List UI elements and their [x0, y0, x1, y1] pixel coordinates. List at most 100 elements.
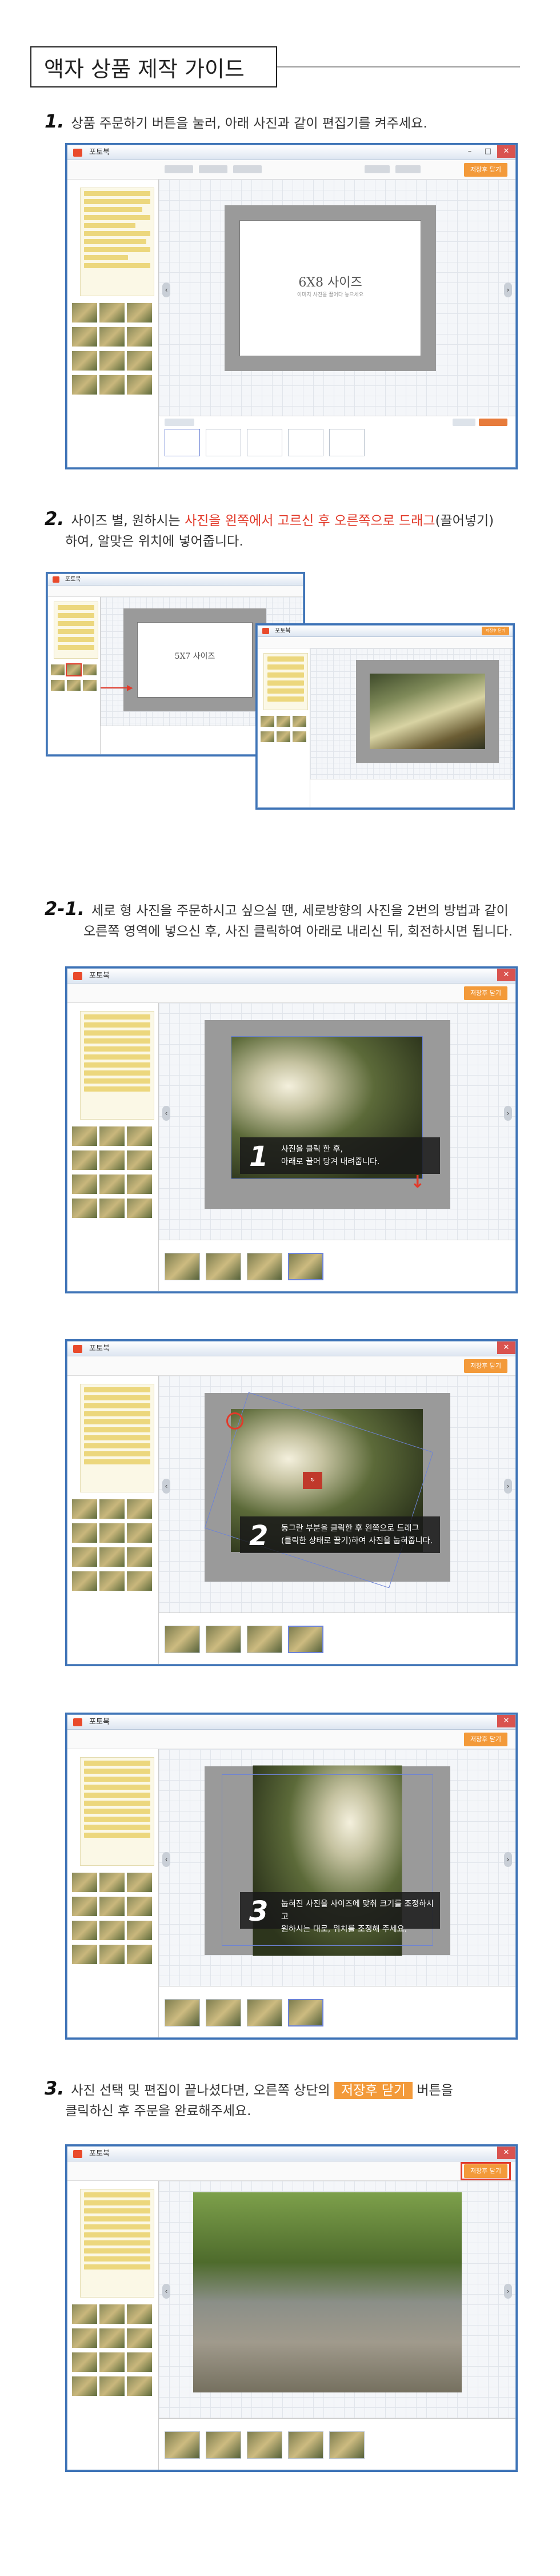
prev-arrow-icon[interactable]: ‹ — [162, 282, 170, 297]
prev-arrow-icon[interactable]: ‹ — [162, 2284, 170, 2299]
save-close-button[interactable]: 저장후 닫기 — [464, 163, 507, 177]
close-icon[interactable]: ✕ — [497, 969, 515, 981]
close-icon[interactable]: ✕ — [497, 1715, 515, 1727]
page-slot[interactable] — [247, 1253, 282, 1280]
rotate-handle-icon[interactable] — [226, 1412, 243, 1430]
save-close-button[interactable]: 저장후 닫기 — [464, 1733, 507, 1746]
page-slot[interactable] — [165, 1999, 200, 2026]
page-strip — [159, 2418, 515, 2470]
edit-canvas[interactable]: ‹ › — [159, 2181, 515, 2418]
app-logo-icon — [73, 972, 82, 980]
photo-thumbnails[interactable] — [259, 715, 310, 746]
edit-canvas[interactable]: 6X8 사이즈 이미지 사진을 끌어다 놓으세요 ‹ › — [159, 180, 515, 416]
close-icon[interactable]: ✕ — [497, 1341, 515, 1354]
maximize-icon[interactable]: □ — [479, 145, 497, 158]
page-slot[interactable] — [206, 2431, 241, 2459]
prev-arrow-icon[interactable]: ‹ — [162, 1852, 170, 1867]
page-strip — [310, 779, 513, 807]
page-slot[interactable] — [247, 1626, 282, 1653]
toolbar-button[interactable] — [365, 165, 390, 173]
page-slot[interactable] — [247, 1999, 282, 2026]
edit-canvas[interactable]: ↻ 2 동그란 부분을 클릭한 후 왼쪽으로 드래그 (클릭한 상태로 끌기)하여… — [159, 1376, 515, 1613]
save-button-highlight — [461, 2162, 511, 2180]
frame-hint: 이미지 사진을 끌어다 놓으세요 — [297, 292, 364, 298]
close-icon[interactable]: ✕ — [497, 145, 515, 158]
next-arrow-icon[interactable]: › — [504, 282, 512, 297]
page-slot[interactable] — [165, 2431, 200, 2459]
photo-thumbnails[interactable] — [71, 1872, 155, 1968]
placed-photo[interactable] — [193, 2192, 462, 2392]
folder-tree[interactable] — [80, 1384, 154, 1492]
page-slot[interactable] — [288, 2431, 323, 2459]
editor-title-bar: 포토북 ✕ — [67, 1715, 515, 1730]
note-number: 1 — [249, 1141, 269, 1173]
page-slot[interactable] — [206, 1253, 241, 1280]
page-slot[interactable] — [288, 429, 323, 456]
folder-tree[interactable] — [263, 653, 308, 710]
editor-window-3: 포토북 ✕ 저장후 닫기 1 사진을 클릭 한 후, 아래로 끌어 당겨 내려줍니… — [67, 968, 516, 1292]
step-3-number: 3. — [45, 2077, 65, 2099]
next-arrow-icon[interactable]: › — [504, 1479, 512, 1494]
folder-tree[interactable] — [80, 1757, 154, 1866]
edit-canvas[interactable]: 1 사진을 클릭 한 후, 아래로 끌어 당겨 내려줍니다. ↓ ‹ › — [159, 1003, 515, 1240]
step-2-text-line2: 하여, 알맞은 위치에 넣어줍니다. — [65, 534, 243, 549]
page-slot[interactable] — [206, 1626, 241, 1653]
folder-tree[interactable] — [54, 602, 98, 659]
page-slot[interactable] — [165, 429, 200, 456]
save-close-button[interactable]: 저장후 닫기 — [464, 986, 507, 1000]
folder-tree[interactable] — [80, 2189, 154, 2298]
page-slot[interactable] — [288, 1253, 323, 1280]
toolbar-button[interactable] — [199, 165, 227, 173]
photo-thumbnails[interactable] — [50, 663, 100, 694]
step-1: 1. 상품 주문하기 버튼을 눌러, 아래 사진과 같이 편집기를 켜주세요. — [45, 110, 427, 134]
edit-canvas[interactable] — [310, 648, 513, 779]
page-slot[interactable] — [247, 2431, 282, 2459]
page-slot[interactable] — [329, 2431, 365, 2459]
editor-toolbar: 저장후 닫기 — [67, 984, 515, 1003]
strip-button[interactable] — [479, 419, 507, 426]
editor-title-bar: 포토북 – □ ✕ — [67, 145, 515, 160]
next-arrow-icon[interactable]: › — [504, 1106, 512, 1121]
toolbar-button[interactable] — [165, 165, 193, 173]
edit-canvas[interactable]: 3 눕혀진 사진을 사이즈에 맞춰 크기를 조정하시고 원하시는 대로, 위치를 … — [159, 1749, 515, 1986]
page-slot[interactable] — [329, 429, 365, 456]
instruction-note-3: 3 눕혀진 사진을 사이즈에 맞춰 크기를 조정하시고 원하시는 대로, 위치를 … — [240, 1892, 440, 1934]
editor-title: 포토북 — [89, 148, 110, 157]
placed-photo[interactable] — [370, 674, 485, 749]
page-slot[interactable] — [206, 429, 241, 456]
photo-thumbnails[interactable] — [71, 302, 155, 398]
photo-thumbnails[interactable] — [71, 1125, 155, 1221]
note-line-1: 눕혀진 사진을 사이즈에 맞춰 크기를 조정하시고 — [281, 1900, 434, 1921]
editor-toolbar: 저장후 닫기 — [67, 2161, 515, 2181]
page-slot[interactable] — [165, 1253, 200, 1280]
page-slot[interactable] — [288, 1626, 323, 1653]
step-1-text: 상품 주문하기 버튼을 눌러, 아래 사진과 같이 편집기를 켜주세요. — [71, 116, 427, 131]
prev-arrow-icon[interactable]: ‹ — [162, 1106, 170, 1121]
page-slot[interactable] — [288, 1999, 323, 2026]
page-slot[interactable] — [206, 1999, 241, 2026]
close-icon[interactable]: ✕ — [497, 2147, 515, 2159]
minimize-icon[interactable]: – — [461, 145, 479, 158]
save-close-button[interactable]: 저장후 닫기 — [482, 627, 509, 635]
prev-arrow-icon[interactable]: ‹ — [162, 1479, 170, 1494]
folder-tree[interactable] — [80, 1011, 154, 1120]
editor-title: 포토북 — [275, 628, 291, 634]
toolbar-button[interactable] — [395, 165, 421, 173]
photo-thumbnails[interactable] — [71, 1498, 155, 1594]
strip-button[interactable] — [165, 419, 194, 426]
photo-thumbnails[interactable] — [71, 2303, 155, 2399]
folder-tree[interactable] — [80, 188, 154, 296]
strip-button[interactable] — [453, 419, 475, 426]
frame-mat[interactable]: 6X8 사이즈 이미지 사진을 끌어다 놓으세요 — [239, 220, 421, 356]
save-close-button[interactable]: 저장후 닫기 — [464, 1359, 507, 1373]
frame — [356, 660, 499, 763]
page-slot[interactable] — [165, 1626, 200, 1653]
page-slot[interactable] — [247, 429, 282, 456]
guide-page: 액자 상품 제작 가이드 1. 상품 주문하기 버튼을 눌러, 아래 사진과 같… — [0, 0, 560, 2576]
note-line-1: 사진을 클릭 한 후, — [281, 1145, 343, 1154]
step-2-text-highlight: 사진을 왼쪽에서 고르신 후 오른쪽으로 드래그 — [184, 513, 435, 528]
next-arrow-icon[interactable]: › — [504, 2284, 512, 2299]
frame-mat[interactable]: 5X7 사이즈 — [137, 622, 253, 698]
toolbar-button[interactable] — [233, 165, 262, 173]
next-arrow-icon[interactable]: › — [504, 1852, 512, 1867]
